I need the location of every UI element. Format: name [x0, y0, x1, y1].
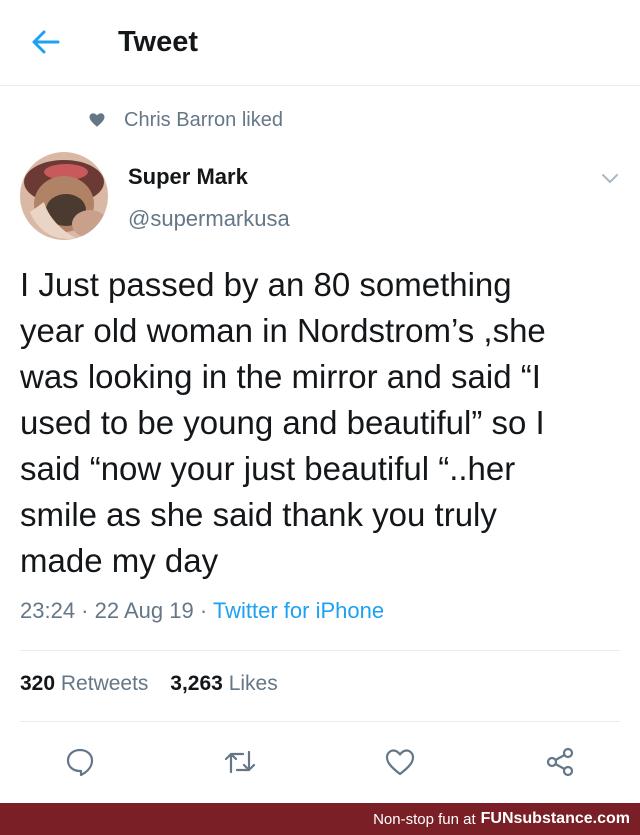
- likes-stat[interactable]: 3,263 Likes: [170, 672, 277, 695]
- header-bar: Tweet: [0, 0, 640, 86]
- likes-label: Likes: [228, 672, 278, 695]
- tweet-text: I Just passed by an 80 something year ol…: [20, 262, 620, 584]
- tweet-text-line: was looking in the mirror and said “I: [20, 358, 541, 395]
- tweet-time: 23:24: [20, 598, 76, 623]
- tweet-text-line: said “now your just beautiful “..her: [20, 450, 516, 487]
- retweet-icon: [224, 750, 256, 774]
- tweet-meta: 23:24 · 22 Aug 19 · Twitter for iPhone: [20, 598, 385, 623]
- tweet-source-link[interactable]: Twitter for iPhone: [213, 598, 384, 623]
- reply-button[interactable]: [60, 744, 100, 780]
- footer-brand: FUNsubstance.com: [480, 810, 630, 827]
- retweets-count: 320: [20, 672, 56, 695]
- action-bar: [0, 744, 640, 784]
- back-button[interactable]: [30, 28, 62, 56]
- retweets-label: Retweets: [60, 672, 149, 695]
- avatar-image: [20, 152, 108, 240]
- retweet-button[interactable]: [220, 744, 260, 780]
- avatar[interactable]: [20, 152, 108, 240]
- tweet-text-line: I Just passed by an 80 something: [20, 266, 512, 303]
- footer-tagline: Non-stop fun at: [373, 810, 476, 828]
- more-options-button[interactable]: [598, 168, 622, 188]
- like-button[interactable]: [380, 744, 420, 780]
- retweets-stat[interactable]: 320 Retweets: [20, 672, 148, 695]
- watermark-banner: Non-stop fun at FUNsubstance.com: [0, 803, 640, 835]
- divider: [20, 721, 620, 722]
- tweet-text-line: made my day: [20, 542, 219, 579]
- heart-icon: [89, 113, 105, 127]
- reply-icon: [66, 748, 94, 777]
- tweet-text-line: used to be young and beautiful” so I: [20, 404, 545, 441]
- social-context-text: Chris Barron liked: [124, 108, 283, 131]
- arrow-left-icon: [32, 30, 60, 54]
- likes-count: 3,263: [170, 672, 223, 695]
- divider: [20, 650, 620, 651]
- author-name[interactable]: Super Mark: [128, 164, 248, 190]
- page-title: Tweet: [118, 26, 199, 58]
- heart-icon: [385, 749, 415, 776]
- social-context: Chris Barron liked: [88, 106, 283, 134]
- share-button[interactable]: [540, 744, 580, 780]
- author-handle[interactable]: @supermarkusa: [128, 206, 290, 232]
- chevron-down-icon: [602, 174, 618, 183]
- tweet-stats: 320 Retweets 3,263 Likes: [20, 672, 278, 696]
- share-icon: [546, 747, 574, 777]
- tweet-text-line: smile as she said thank you truly: [20, 496, 497, 533]
- tweet-date: 22 Aug 19: [94, 598, 194, 623]
- tweet-text-line: year old woman in Nordstrom’s ,she: [20, 312, 546, 349]
